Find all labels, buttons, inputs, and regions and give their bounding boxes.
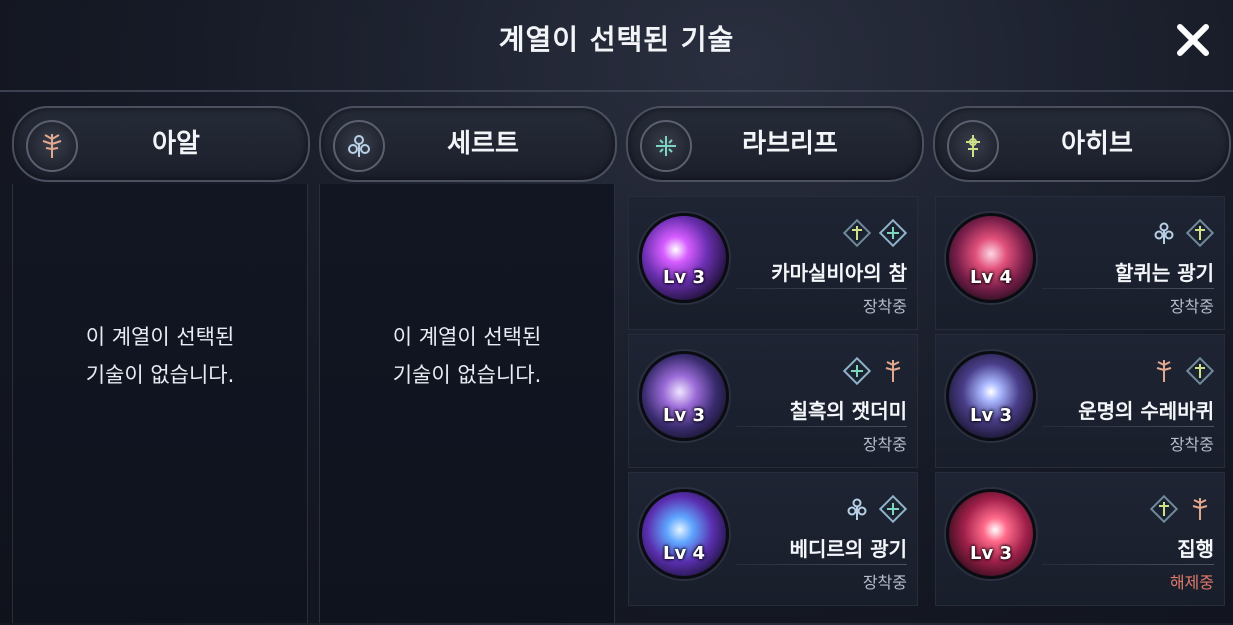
close-button[interactable] xyxy=(1173,20,1213,60)
divider xyxy=(1042,564,1214,565)
skill-card[interactable]: Lv 3 집행 해제중 xyxy=(935,472,1225,606)
skill-name: 베디르의 광기 xyxy=(789,537,907,561)
skill-level: Lv 4 xyxy=(970,267,1012,288)
badge-group xyxy=(841,493,909,525)
tab-label: 세르트 xyxy=(447,129,519,159)
skill-orb-icon: Lv 4 xyxy=(639,489,729,579)
tab-label: 아알 xyxy=(152,129,200,159)
badge-group xyxy=(1148,355,1216,387)
skill-orb-icon: Lv 3 xyxy=(639,213,729,303)
close-x-icon xyxy=(1177,24,1209,56)
tab-ahib[interactable]: 아히브 xyxy=(933,106,1231,182)
skill-card[interactable]: Lv 3 운명의 수레바퀴 장착중 xyxy=(935,334,1225,468)
sert-badge-icon xyxy=(841,493,873,525)
tab-labrif[interactable]: 라브리프 xyxy=(626,106,924,182)
skill-status: 해제중 xyxy=(1169,573,1214,592)
column-body xyxy=(319,184,615,623)
skill-status: 장착중 xyxy=(862,573,907,592)
skill-orb-icon: Lv 3 xyxy=(639,351,729,441)
skill-status: 장착중 xyxy=(1169,435,1214,454)
skill-name: 집행 xyxy=(1177,537,1214,561)
labrif-badge-icon xyxy=(877,217,909,249)
skill-level: Lv 3 xyxy=(970,543,1012,564)
window-title: 계열이 선택된 기술 xyxy=(498,23,735,56)
aal-emblem-icon xyxy=(26,120,78,172)
ahib-badge-icon xyxy=(1148,493,1180,525)
skill-level: Lv 3 xyxy=(663,405,705,426)
empty-message: 이 계열이 선택된 기술이 없습니다. xyxy=(85,325,235,387)
empty-message: 이 계열이 선택된 기술이 없습니다. xyxy=(392,325,542,387)
sert-badge-icon xyxy=(1148,217,1180,249)
skill-orb-icon: Lv 3 xyxy=(946,489,1036,579)
divider xyxy=(735,288,907,289)
skill-card[interactable]: Lv 4 베디르의 광기 장착중 xyxy=(628,472,918,606)
badge-group xyxy=(841,355,909,387)
column-ahib: 아히브 Lv 4 할퀴는 광기 장착중 Lv 3 운명의 수레바퀴 장착중 Lv… xyxy=(933,104,1231,623)
skill-status: 장착중 xyxy=(862,435,907,454)
skill-level: Lv 4 xyxy=(663,543,705,564)
column-sert: 세르트 이 계열이 선택된 기술이 없습니다. xyxy=(319,104,617,623)
labrif-emblem-icon xyxy=(640,120,692,172)
divider xyxy=(735,426,907,427)
skill-name: 할퀴는 광기 xyxy=(1115,261,1214,285)
skill-name: 카마실비아의 참 xyxy=(771,261,907,285)
aal-badge-icon xyxy=(1184,493,1216,525)
ahib-emblem-icon xyxy=(947,120,999,172)
skill-status: 장착중 xyxy=(862,297,907,316)
column-aal: 아알 이 계열이 선택된 기술이 없습니다. xyxy=(12,104,310,623)
skill-orb-icon: Lv 4 xyxy=(946,213,1036,303)
badge-group xyxy=(841,217,909,249)
skill-card[interactable]: Lv 4 할퀴는 광기 장착중 xyxy=(935,196,1225,330)
column-body xyxy=(12,184,308,623)
aal-badge-icon xyxy=(1148,355,1180,387)
skill-level: Lv 3 xyxy=(970,405,1012,426)
column-labrif: 라브리프 Lv 3 카마실비아의 참 장착중 Lv 3 칠흑의 잿더미 장착중 … xyxy=(626,104,924,623)
labrif-badge-icon xyxy=(841,355,873,387)
skill-orb-icon: Lv 3 xyxy=(946,351,1036,441)
tab-label: 아히브 xyxy=(1061,129,1133,159)
ahib-badge-icon xyxy=(1184,217,1216,249)
aal-badge-icon xyxy=(877,355,909,387)
labrif-badge-icon xyxy=(877,493,909,525)
divider xyxy=(1042,288,1214,289)
tab-sert[interactable]: 세르트 xyxy=(319,106,617,182)
skill-status: 장착중 xyxy=(1169,297,1214,316)
skill-name: 운명의 수레바퀴 xyxy=(1078,399,1214,423)
divider xyxy=(1042,426,1214,427)
divider xyxy=(735,564,907,565)
badge-group xyxy=(1148,217,1216,249)
skill-card[interactable]: Lv 3 카마실비아의 참 장착중 xyxy=(628,196,918,330)
skill-card[interactable]: Lv 3 칠흑의 잿더미 장착중 xyxy=(628,334,918,468)
badge-group xyxy=(1148,493,1216,525)
tab-label: 라브리프 xyxy=(742,129,838,159)
skill-level: Lv 3 xyxy=(663,267,705,288)
tab-aal[interactable]: 아알 xyxy=(12,106,310,182)
ahib-badge-icon xyxy=(841,217,873,249)
sert-emblem-icon xyxy=(333,120,385,172)
skill-name: 칠흑의 잿더미 xyxy=(789,399,907,423)
ahib-badge-icon xyxy=(1184,355,1216,387)
